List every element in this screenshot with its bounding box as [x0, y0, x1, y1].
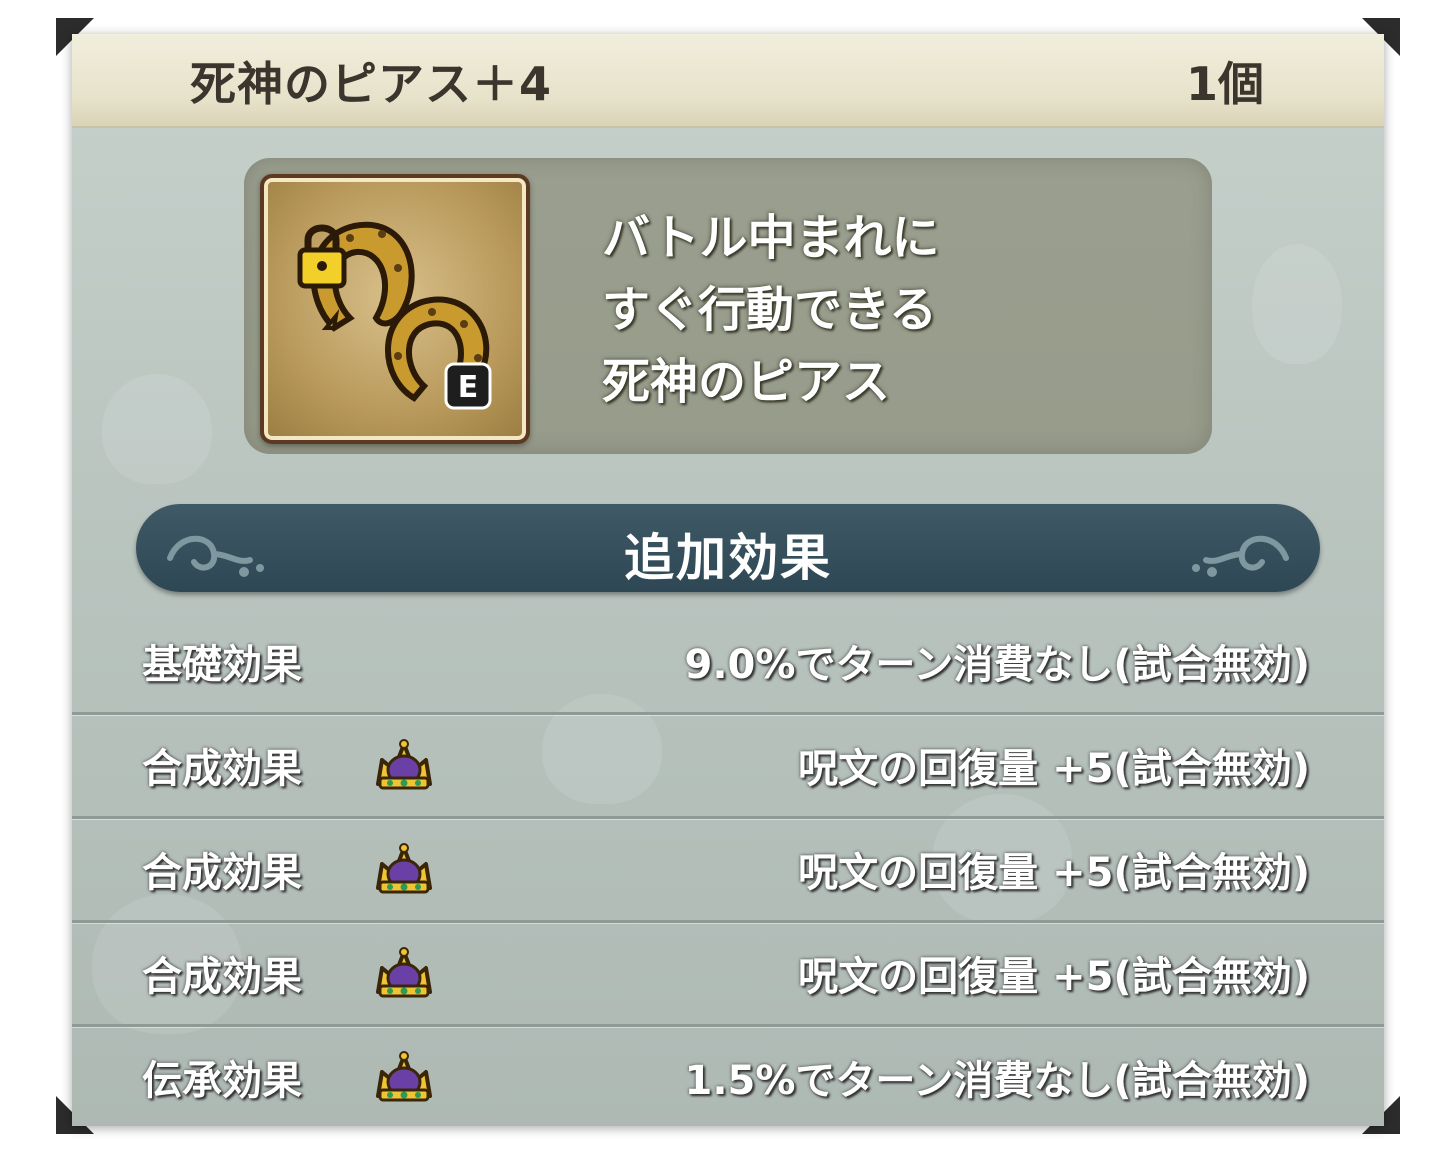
- item-quantity: 1個: [1185, 57, 1264, 111]
- description-line-3: 死神のピアス: [602, 354, 891, 410]
- section-title: 追加効果: [624, 529, 832, 587]
- crown-icon: [376, 843, 432, 894]
- effect-label: 合成効果: [142, 850, 302, 896]
- background-slime-decoration: [1252, 244, 1342, 364]
- effect-row-synthesis-1: 合成効果 呪文の回復量 +5(試合無効): [72, 712, 1384, 819]
- item-detail-card: 死神のピアス＋4 1個 E バトル中まれに すぐ行動できる 死神のピアス 追加効…: [72, 34, 1384, 1126]
- equipped-badge-label: E: [458, 370, 479, 405]
- flourish-right-icon: [1192, 535, 1289, 577]
- crown-icon: [376, 739, 432, 790]
- effect-row-base: 基礎効果 9.0%でターン消費なし(試合無効): [72, 608, 1384, 715]
- lock-icon: [297, 224, 347, 289]
- description-line-2: すぐ行動できる: [602, 282, 938, 338]
- effect-value: 1.5%でターン消費なし(試合無効): [684, 1058, 1311, 1104]
- effect-label: 合成効果: [142, 954, 302, 1000]
- effect-value: 呪文の回復量 +5(試合無効): [798, 850, 1310, 896]
- item-name: 死神のピアス＋4: [190, 57, 553, 111]
- effect-value: 呪文の回復量 +5(試合無効): [798, 954, 1310, 1000]
- effect-value: 呪文の回復量 +5(試合無効): [798, 746, 1310, 792]
- effect-label: 合成効果: [142, 746, 302, 792]
- effect-label: 伝承効果: [142, 1058, 302, 1104]
- crown-icon: [376, 1051, 432, 1102]
- effect-value: 9.0%でターン消費なし(試合無効): [684, 642, 1311, 688]
- effect-row-synthesis-2: 合成効果 呪文の回復量 +5(試合無効): [72, 816, 1384, 923]
- description-line-1: バトル中まれに: [602, 210, 940, 266]
- effect-row-inheritance: 伝承効果 1.5%でターン消費なし(試合無効): [72, 1024, 1384, 1126]
- item-description: バトル中まれに すぐ行動できる 死神のピアス: [602, 202, 939, 418]
- crown-icon: [376, 947, 432, 998]
- background-slime-decoration: [102, 374, 212, 484]
- item-title-bar: 死神のピアス＋4 1個: [72, 34, 1384, 128]
- item-icon-frame: E: [260, 174, 530, 444]
- earring-icon: E: [297, 221, 492, 410]
- additional-effects-header: 追加効果: [136, 504, 1320, 592]
- effect-row-synthesis-3: 合成効果 呪文の回復量 +5(試合無効): [72, 920, 1384, 1027]
- effect-label: 基礎効果: [142, 642, 302, 688]
